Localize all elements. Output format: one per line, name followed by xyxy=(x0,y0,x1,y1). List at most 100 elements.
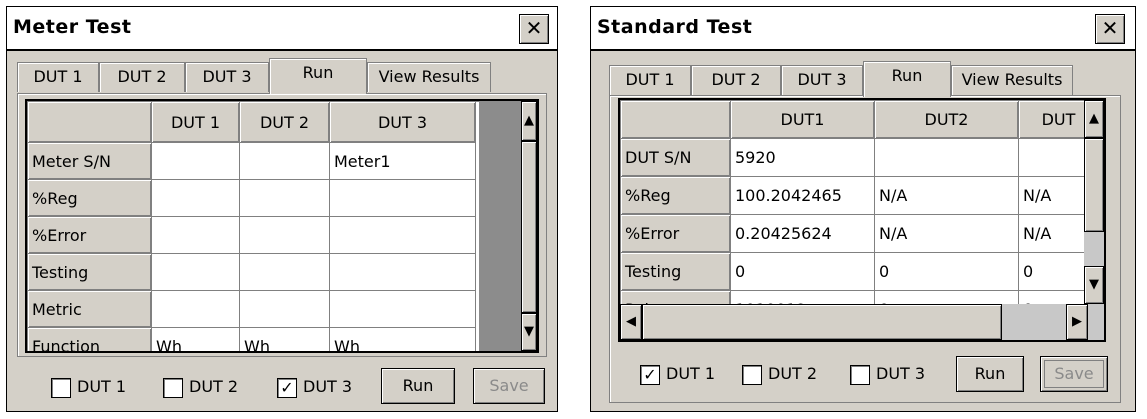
tab-dut-3[interactable]: DUT 3 xyxy=(781,65,863,95)
tab-dut-2[interactable]: DUT 2 xyxy=(691,65,781,95)
grid-cell[interactable]: 0 xyxy=(874,252,1019,291)
column-header[interactable]: DUT1 xyxy=(730,100,875,139)
table-row: %Reg 100.2042465 N/A N/A xyxy=(620,176,1099,215)
tab-dut-1[interactable]: DUT 1 xyxy=(17,62,99,92)
grid-cell[interactable] xyxy=(151,216,240,254)
tab-dut-3[interactable]: DUT 3 xyxy=(185,62,269,92)
grid-cell[interactable] xyxy=(151,179,240,217)
scroll-thumb[interactable] xyxy=(521,141,537,313)
grid-cell[interactable]: Meter1 xyxy=(329,142,476,180)
title-bar: Meter Test ✕ xyxy=(7,7,557,51)
results-grid: DUT 1 DUT 2 DUT 3 Meter S/N Meter1 %Reg xyxy=(25,99,539,353)
table-row: %Reg xyxy=(27,179,476,217)
meter-test-window: Meter Test ✕ DUT 1 DUT 2 DUT 3 Run View … xyxy=(6,6,558,412)
save-button[interactable]: Save xyxy=(1040,356,1108,392)
column-header[interactable]: DUT2 xyxy=(874,100,1019,139)
checkbox-label: DUT 2 xyxy=(189,377,239,396)
corner-cell xyxy=(620,100,731,139)
tab-view-results[interactable]: View Results xyxy=(951,65,1073,95)
row-header: %Error xyxy=(27,216,152,254)
grid-cell[interactable]: Wh xyxy=(329,327,476,351)
grid-cell[interactable]: Wh xyxy=(151,327,240,351)
vertical-scrollbar[interactable]: ▲ ▼ xyxy=(521,101,537,351)
grid-cell[interactable]: N/A xyxy=(874,214,1019,253)
scroll-up-icon[interactable]: ▲ xyxy=(1084,100,1104,138)
grid-cell[interactable] xyxy=(874,138,1019,177)
table-row: Function Wh Wh Wh xyxy=(27,327,476,351)
grid-cell[interactable] xyxy=(151,290,240,328)
grid-cell[interactable]: 0.20425624 xyxy=(730,214,875,253)
scroll-down-icon[interactable]: ▼ xyxy=(1084,266,1104,304)
tab-view-results[interactable]: View Results xyxy=(367,62,491,92)
table-row: %Error xyxy=(27,216,476,254)
grid-cell[interactable] xyxy=(329,216,476,254)
tab-dut-1[interactable]: DUT 1 xyxy=(609,65,691,95)
close-icon[interactable]: ✕ xyxy=(519,14,549,44)
table-row: %Error 0.20425624 N/A N/A xyxy=(620,214,1099,253)
grid-cell[interactable] xyxy=(239,142,330,180)
checkbox-dut-1[interactable]: DUT 1 xyxy=(51,375,126,399)
title-bar: Standard Test ✕ xyxy=(591,7,1135,51)
checkbox-dut-1[interactable]: ✓ DUT 1 xyxy=(640,362,715,386)
grid-cell[interactable] xyxy=(329,179,476,217)
checkbox-box[interactable]: ✓ xyxy=(277,377,297,398)
row-header: %Reg xyxy=(27,179,152,217)
tab-run[interactable]: Run xyxy=(269,58,367,94)
checkbox-dut-3[interactable]: DUT 3 xyxy=(850,362,925,386)
grid-cell[interactable] xyxy=(151,253,240,291)
checkbox-box[interactable]: ✓ xyxy=(640,364,660,385)
checkbox-dut-2[interactable]: DUT 2 xyxy=(163,375,238,399)
checkbox-dut-2[interactable]: DUT 2 xyxy=(742,362,817,386)
grid-header-row: DUT 1 DUT 2 DUT 3 xyxy=(27,101,476,143)
standard-test-window: Standard Test ✕ DUT 1 DUT 2 DUT 3 Run Vi… xyxy=(590,6,1136,412)
table-row: Meter S/N Meter1 xyxy=(27,142,476,180)
scroll-up-icon[interactable]: ▲ xyxy=(521,101,537,141)
grid-cell[interactable] xyxy=(151,142,240,180)
grid-empty-area xyxy=(479,101,521,351)
window-title: Standard Test xyxy=(597,16,753,38)
grid-header-row: DUT1 DUT2 DUT xyxy=(620,100,1099,139)
checkbox-box[interactable] xyxy=(51,377,71,398)
tab-dut-2[interactable]: DUT 2 xyxy=(99,62,185,92)
tab-run[interactable]: Run xyxy=(863,61,951,97)
grid-cell[interactable] xyxy=(329,253,476,291)
run-button[interactable]: Run xyxy=(381,368,455,404)
scroll-thumb[interactable] xyxy=(1084,138,1104,232)
grid-cell[interactable]: N/A xyxy=(874,176,1019,215)
grid-cell[interactable] xyxy=(239,253,330,291)
grid-cell[interactable] xyxy=(239,216,330,254)
run-panel: DUT 1 DUT 2 DUT 3 Meter S/N Meter1 %Reg xyxy=(17,93,547,357)
close-icon[interactable]: ✕ xyxy=(1095,14,1125,44)
column-header[interactable]: DUT 2 xyxy=(239,101,330,143)
scroll-down-icon[interactable]: ▼ xyxy=(521,313,537,351)
results-grid: DUT1 DUT2 DUT DUT S/N 5920 %Reg 100.2042… xyxy=(618,98,1106,342)
checkbox-dut-3[interactable]: ✓ DUT 3 xyxy=(277,375,352,399)
run-button[interactable]: Run xyxy=(956,356,1024,392)
checkbox-label: DUT 1 xyxy=(666,364,716,383)
checkbox-box[interactable] xyxy=(850,364,870,385)
run-panel: DUT1 DUT2 DUT DUT S/N 5920 %Reg 100.2042… xyxy=(609,95,1121,403)
vertical-scrollbar[interactable]: ▲ ▼ xyxy=(1084,100,1104,304)
grid-table: DUT1 DUT2 DUT DUT S/N 5920 %Reg 100.2042… xyxy=(620,100,1099,329)
grid-cell[interactable]: 5920 xyxy=(730,138,875,177)
column-header[interactable]: DUT 1 xyxy=(151,101,240,143)
checkbox-label: DUT 1 xyxy=(77,377,127,396)
column-header[interactable]: DUT 3 xyxy=(329,101,476,143)
grid-cell[interactable] xyxy=(239,179,330,217)
table-row: DUT S/N 5920 xyxy=(620,138,1099,177)
checkbox-box[interactable] xyxy=(742,364,762,385)
grid-cell[interactable]: 100.2042465 xyxy=(730,176,875,215)
table-row: Testing xyxy=(27,253,476,291)
scroll-left-icon[interactable]: ◀ xyxy=(620,304,642,340)
save-button[interactable]: Save xyxy=(473,368,545,404)
grid-cell[interactable]: Wh xyxy=(239,327,330,351)
horizontal-scrollbar[interactable]: ◀ ▶ xyxy=(620,304,1104,340)
grid-cell[interactable]: 0 xyxy=(730,252,875,291)
horizontal-scroll-thumb[interactable] xyxy=(642,304,1002,340)
scroll-right-icon[interactable]: ▶ xyxy=(1066,304,1088,340)
checkbox-box[interactable] xyxy=(163,377,183,398)
grid-cell[interactable] xyxy=(329,290,476,328)
row-header: %Error xyxy=(620,214,731,253)
grid-cell[interactable] xyxy=(239,290,330,328)
table-row: Metric xyxy=(27,290,476,328)
